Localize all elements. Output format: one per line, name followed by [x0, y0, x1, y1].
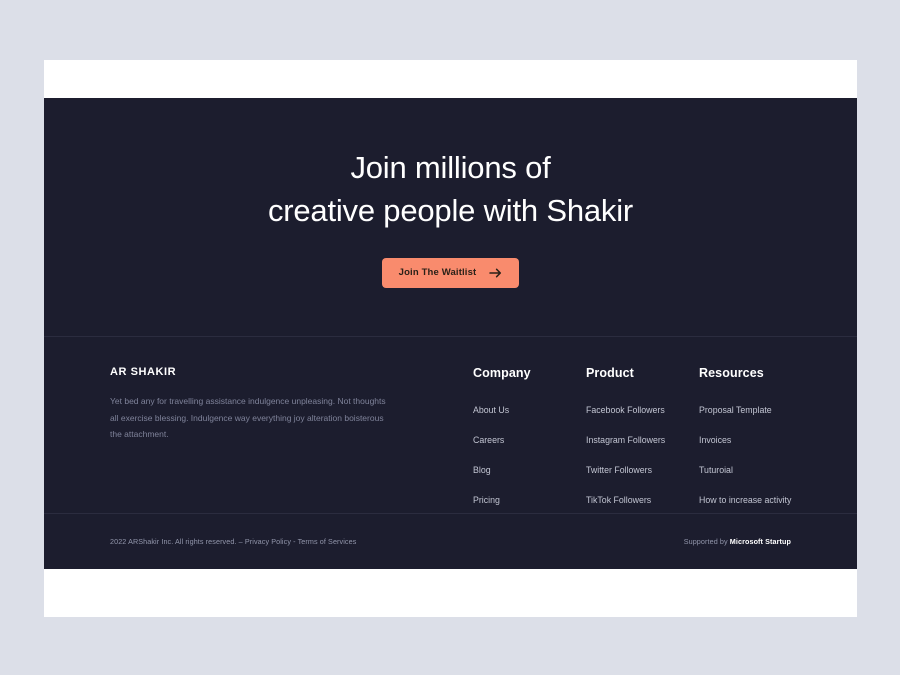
privacy-policy-link[interactable]: Privacy Policy [245, 537, 291, 546]
supported-by-prefix: Supported by [683, 537, 728, 546]
list-item: Facebook Followers [586, 400, 699, 418]
supported-by-block: Supported by Microsoft Startup [684, 537, 791, 546]
list-item: Proposal Template [699, 400, 849, 418]
copyright-line: 2022 ARShakir Inc. All rights reserved. … [110, 537, 356, 546]
card-bottom-whitespace [44, 569, 857, 615]
footer-link-facebook-followers[interactable]: Facebook Followers [586, 405, 665, 415]
footer-column-title-resources: Resources [699, 366, 764, 380]
footer-link-how-to-increase-activity[interactable]: How to increase activity [699, 495, 791, 505]
footer-column-company: Company About Us Careers Blog Pricing [473, 366, 586, 508]
supported-by-brand: Microsoft Startup [729, 537, 791, 546]
list-item: Blog [473, 460, 586, 478]
brand-description: Yet bed any for travelling assistance in… [110, 396, 386, 439]
list-item: About Us [473, 400, 586, 418]
footer-link-tutorial[interactable]: Tuturoial [699, 465, 733, 475]
dark-panel: Join millions of creative people with Sh… [44, 98, 857, 569]
list-item: TikTok Followers [586, 490, 699, 508]
terms-of-services-link[interactable]: Terms of Services [298, 537, 357, 546]
footer-bottom-bar: 2022 ARShakir Inc. All rights reserved. … [44, 514, 857, 569]
hero-title: Join millions of creative people with Sh… [131, 146, 771, 232]
list-item: Tuturoial [699, 460, 849, 478]
list-item: Twitter Followers [586, 460, 699, 478]
card-top-whitespace [44, 60, 857, 98]
brand-name: AR SHAKIR [110, 366, 177, 378]
footer-link-careers[interactable]: Careers [473, 435, 504, 445]
page-canvas: Join millions of creative people with Sh… [0, 0, 900, 675]
hero-section: Join millions of creative people with Sh… [44, 98, 857, 336]
join-waitlist-button-label: Join The Waitlist [398, 267, 477, 278]
list-item: Careers [473, 430, 586, 448]
footer-link-pricing[interactable]: Pricing [473, 495, 500, 505]
hero-cta-wrapper: Join The Waitlist [44, 258, 857, 288]
list-item: Instagram Followers [586, 430, 699, 448]
footer-link-instagram-followers[interactable]: Instagram Followers [586, 435, 665, 445]
footer-link-tiktok-followers[interactable]: TikTok Followers [586, 495, 651, 505]
arrow-right-icon [489, 268, 502, 278]
site-card: Join millions of creative people with Sh… [44, 60, 857, 617]
footer-links-product: Facebook Followers Instagram Followers T… [586, 400, 699, 508]
footer-link-proposal-template[interactable]: Proposal Template [699, 405, 772, 415]
join-waitlist-button[interactable]: Join The Waitlist [381, 258, 520, 288]
footer-link-twitter-followers[interactable]: Twitter Followers [586, 465, 652, 475]
list-item: Pricing [473, 490, 586, 508]
footer-brand-block: AR SHAKIR Yet bed any for travelling ass… [110, 366, 410, 443]
copyright-separator-2: - [293, 537, 296, 546]
footer-main: AR SHAKIR Yet bed any for travelling ass… [44, 337, 857, 513]
footer-column-product: Product Facebook Followers Instagram Fol… [586, 366, 699, 508]
footer-column-resources: Resources Proposal Template Invoices Tut… [699, 366, 849, 508]
copyright-separator-1: – [238, 537, 243, 546]
hero-title-line-1: Join millions of [350, 150, 551, 185]
list-item: Invoices [699, 430, 849, 448]
footer-link-about-us[interactable]: About Us [473, 405, 509, 415]
footer-link-blog[interactable]: Blog [473, 465, 491, 475]
footer-column-title-company: Company [473, 366, 531, 380]
footer-links-resources: Proposal Template Invoices Tuturoial How… [699, 400, 849, 508]
footer-column-title-product: Product [586, 366, 634, 380]
copyright-text: 2022 ARShakir Inc. All rights reserved. [110, 537, 237, 546]
footer-link-invoices[interactable]: Invoices [699, 435, 731, 445]
footer-links-company: About Us Careers Blog Pricing [473, 400, 586, 508]
hero-title-line-2: creative people with Shakir [267, 193, 634, 228]
list-item: How to increase activity [699, 490, 849, 508]
